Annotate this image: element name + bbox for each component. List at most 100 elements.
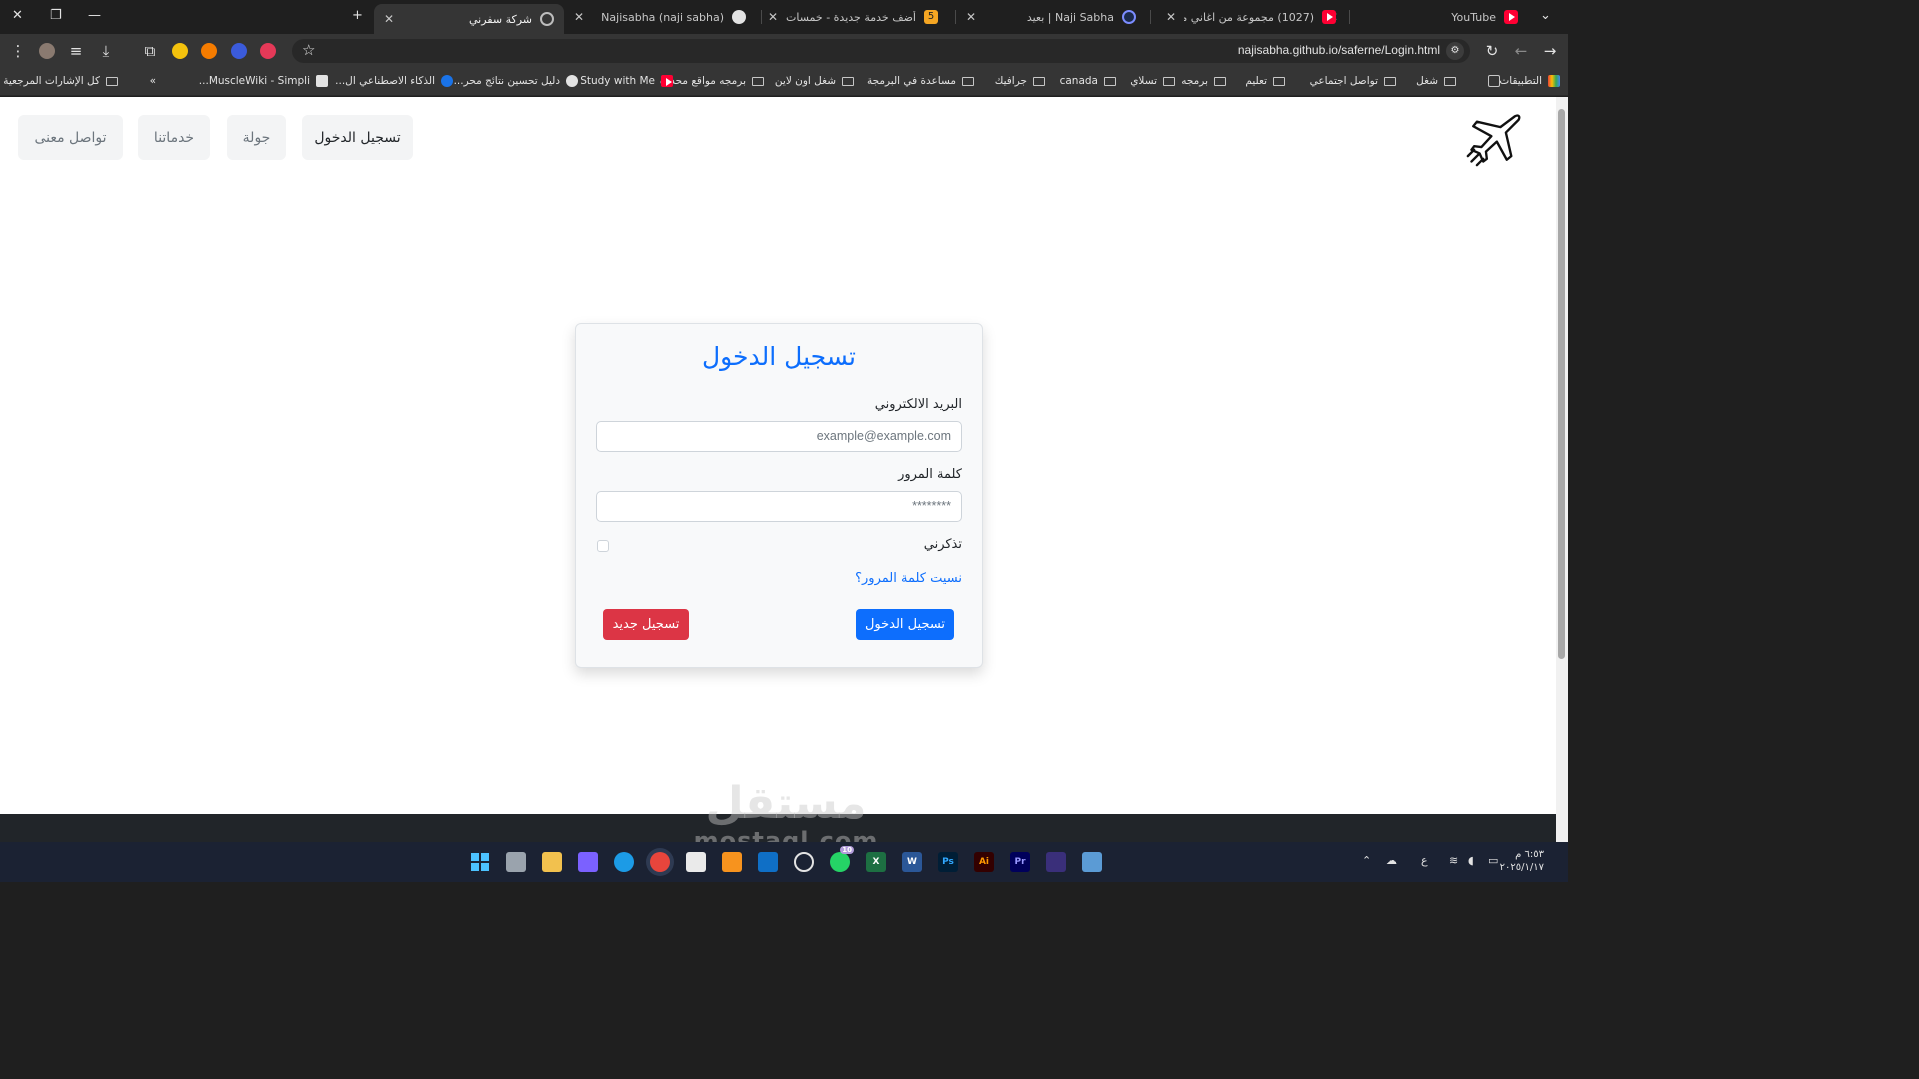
password-field[interactable]: ********: [596, 491, 962, 522]
store-icon[interactable]: [686, 852, 706, 872]
excel-icon[interactable]: X: [866, 852, 886, 872]
close-tab-icon[interactable]: ✕: [384, 12, 394, 26]
premiere-icon[interactable]: Pr: [1010, 852, 1030, 872]
close-tab-icon[interactable]: ✕: [768, 10, 778, 24]
tab-saferne[interactable]: شركة سفرني ✕: [374, 4, 564, 34]
edge-icon[interactable]: [614, 852, 634, 872]
register-button[interactable]: تسجيل جديد: [603, 609, 689, 640]
wifi-icon[interactable]: ≋: [1449, 854, 1458, 867]
language-indicator[interactable]: ع: [1421, 854, 1428, 867]
bookmark-star-icon[interactable]: ☆: [302, 41, 315, 59]
chrome-icon[interactable]: [650, 852, 670, 872]
download-icon[interactable]: ⤓: [96, 41, 116, 61]
bookmark-folder[interactable]: مساعدة في البرمجة: [867, 75, 974, 87]
windows-start-icon[interactable]: [470, 852, 490, 872]
extension-icon[interactable]: [201, 43, 217, 59]
page-footer-strip: [0, 814, 1556, 842]
login-submit-button[interactable]: تسجيل الدخول: [856, 609, 954, 640]
minimize-window-icon[interactable]: —: [88, 8, 101, 23]
bookmark-link[interactable]: MuscleWiki - Simpli...: [199, 75, 328, 87]
close-tab-icon[interactable]: ✕: [966, 10, 976, 24]
bookmark-folder[interactable]: شغل: [1416, 75, 1456, 87]
new-tab-button[interactable]: +: [352, 8, 363, 23]
app-icon[interactable]: [1046, 852, 1066, 872]
bookmark-folder[interactable]: تسلاي: [1130, 75, 1175, 87]
folder-icon: [1104, 76, 1116, 86]
battery-icon[interactable]: ▭: [1488, 854, 1498, 867]
bookmark-label: شغل: [1416, 75, 1438, 87]
email-field[interactable]: example@example.com: [596, 421, 962, 452]
tab-khamsat[interactable]: 5 أضف خدمة جديدة - خمسات ✕: [758, 5, 948, 29]
extension-icon[interactable]: [231, 43, 247, 59]
bookmark-folder[interactable]: جرافيك: [995, 75, 1045, 87]
chevron-up-icon[interactable]: ⌃: [1362, 854, 1371, 867]
onedrive-icon[interactable]: ☁: [1386, 854, 1397, 867]
bookmark-folder[interactable]: برمجه: [1181, 75, 1226, 87]
bookmark-folder[interactable]: شغل اون لاين: [775, 75, 854, 87]
vscode-icon[interactable]: [758, 852, 778, 872]
bookmark-folder[interactable]: برمجه مواقع محدده: [660, 75, 764, 87]
browser-toolbar: ⋮ ≡ ⤓ ⧉ ☆ najisabha.github.io/saferne/Lo…: [0, 34, 1568, 68]
bookmarks-overflow[interactable]: »: [150, 75, 156, 87]
back-icon[interactable]: →: [1540, 41, 1560, 61]
nav-services-button[interactable]: خدماتنا: [138, 115, 210, 160]
close-tab-icon[interactable]: ✕: [1166, 10, 1176, 24]
chatgpt-icon[interactable]: [794, 852, 814, 872]
task-view-icon[interactable]: [506, 852, 526, 872]
bookmark-folder[interactable]: تواصل اجتماعي: [1310, 75, 1396, 87]
photoshop-icon[interactable]: Ps: [938, 852, 958, 872]
folder-icon: [842, 76, 854, 86]
all-bookmarks[interactable]: كل الإشارات المرجعية: [3, 75, 118, 87]
close-window-icon[interactable]: ✕: [12, 8, 23, 23]
extensions-icon[interactable]: ⧉: [140, 41, 160, 61]
tab-search-icon[interactable]: ⌄: [1540, 8, 1551, 23]
nav-contact-button[interactable]: تواصل معنى: [18, 115, 123, 160]
forgot-password-link[interactable]: نسيت كلمة المرور؟: [855, 571, 962, 586]
illustrator-icon[interactable]: Ai: [974, 852, 994, 872]
bookmark-folder[interactable]: canada: [1060, 75, 1116, 87]
reload-icon[interactable]: ↻: [1482, 41, 1502, 61]
restore-window-icon[interactable]: ❐: [50, 8, 62, 23]
xampp-icon[interactable]: [722, 852, 742, 872]
nav-tour-button[interactable]: جولة: [227, 115, 286, 160]
remember-me-checkbox[interactable]: [597, 540, 609, 552]
tab-github[interactable]: Najisabha (naji sabha) ✕: [564, 5, 756, 29]
bookmark-apps[interactable]: التطبيقات: [1499, 75, 1560, 87]
airplane-logo-icon[interactable]: [1464, 109, 1526, 167]
bookmark-link[interactable]: دليل تحسين نتائج محر...: [454, 75, 578, 87]
copilot-icon[interactable]: [578, 852, 598, 872]
tab-youtube-songs[interactable]: (1027) مجموعة من اغاني محمد ... ✕: [1156, 5, 1346, 29]
bookmark-link[interactable]: Study with Me: [580, 75, 673, 87]
menu-icon[interactable]: ⋮: [8, 41, 28, 61]
bookmark-folder[interactable]: [1488, 75, 1500, 87]
bookmark-folder[interactable]: تعليم: [1245, 75, 1285, 87]
tab-title: YouTube: [1451, 10, 1496, 24]
notepad-icon[interactable]: [1082, 852, 1102, 872]
bookmark-link[interactable]: الذكاء الاصطناعي ال...: [335, 75, 453, 87]
login-title: تسجيل الدخول: [701, 342, 857, 371]
address-bar[interactable]: ☆ najisabha.github.io/saferne/Login.html…: [292, 39, 1470, 63]
file-explorer-icon[interactable]: [542, 852, 562, 872]
tab-title: شركة سفرني: [469, 12, 532, 26]
bookmark-label: MuscleWiki - Simpli...: [198, 75, 310, 87]
word-icon[interactable]: W: [902, 852, 922, 872]
volume-icon[interactable]: ◖: [1468, 854, 1474, 867]
profile-avatar-icon[interactable]: [37, 41, 57, 61]
url-text[interactable]: najisabha.github.io/saferne/Login.html: [1238, 43, 1440, 57]
reading-list-icon[interactable]: ≡: [66, 41, 86, 61]
page-scrollbar[interactable]: [1556, 97, 1568, 842]
bookmark-label: شغل اون لاين: [774, 75, 836, 87]
forward-icon[interactable]: ←: [1511, 41, 1531, 61]
close-tab-icon[interactable]: ✕: [574, 10, 584, 24]
nav-login-button[interactable]: تسجيل الدخول: [302, 115, 413, 160]
system-clock[interactable]: ٦:٥٣ م ٢٠٢٥/١/١٧: [1500, 848, 1544, 874]
scrollbar-thumb[interactable]: [1558, 109, 1565, 659]
whatsapp-icon[interactable]: 10: [830, 846, 854, 872]
remember-me-label[interactable]: تذكرني: [924, 537, 962, 552]
extension-icon[interactable]: [172, 43, 188, 59]
tab-naji-sabha[interactable]: Naji Sabha | بعيد ✕: [956, 5, 1146, 29]
folder-icon: [752, 76, 764, 86]
shield-extension-icon[interactable]: [260, 43, 276, 59]
site-settings-icon[interactable]: ⚙: [1446, 42, 1464, 60]
tab-strip: ✕ ❐ — + ⌄ YouTube ✕ (1027) مجموعة من اغا…: [0, 0, 1568, 34]
